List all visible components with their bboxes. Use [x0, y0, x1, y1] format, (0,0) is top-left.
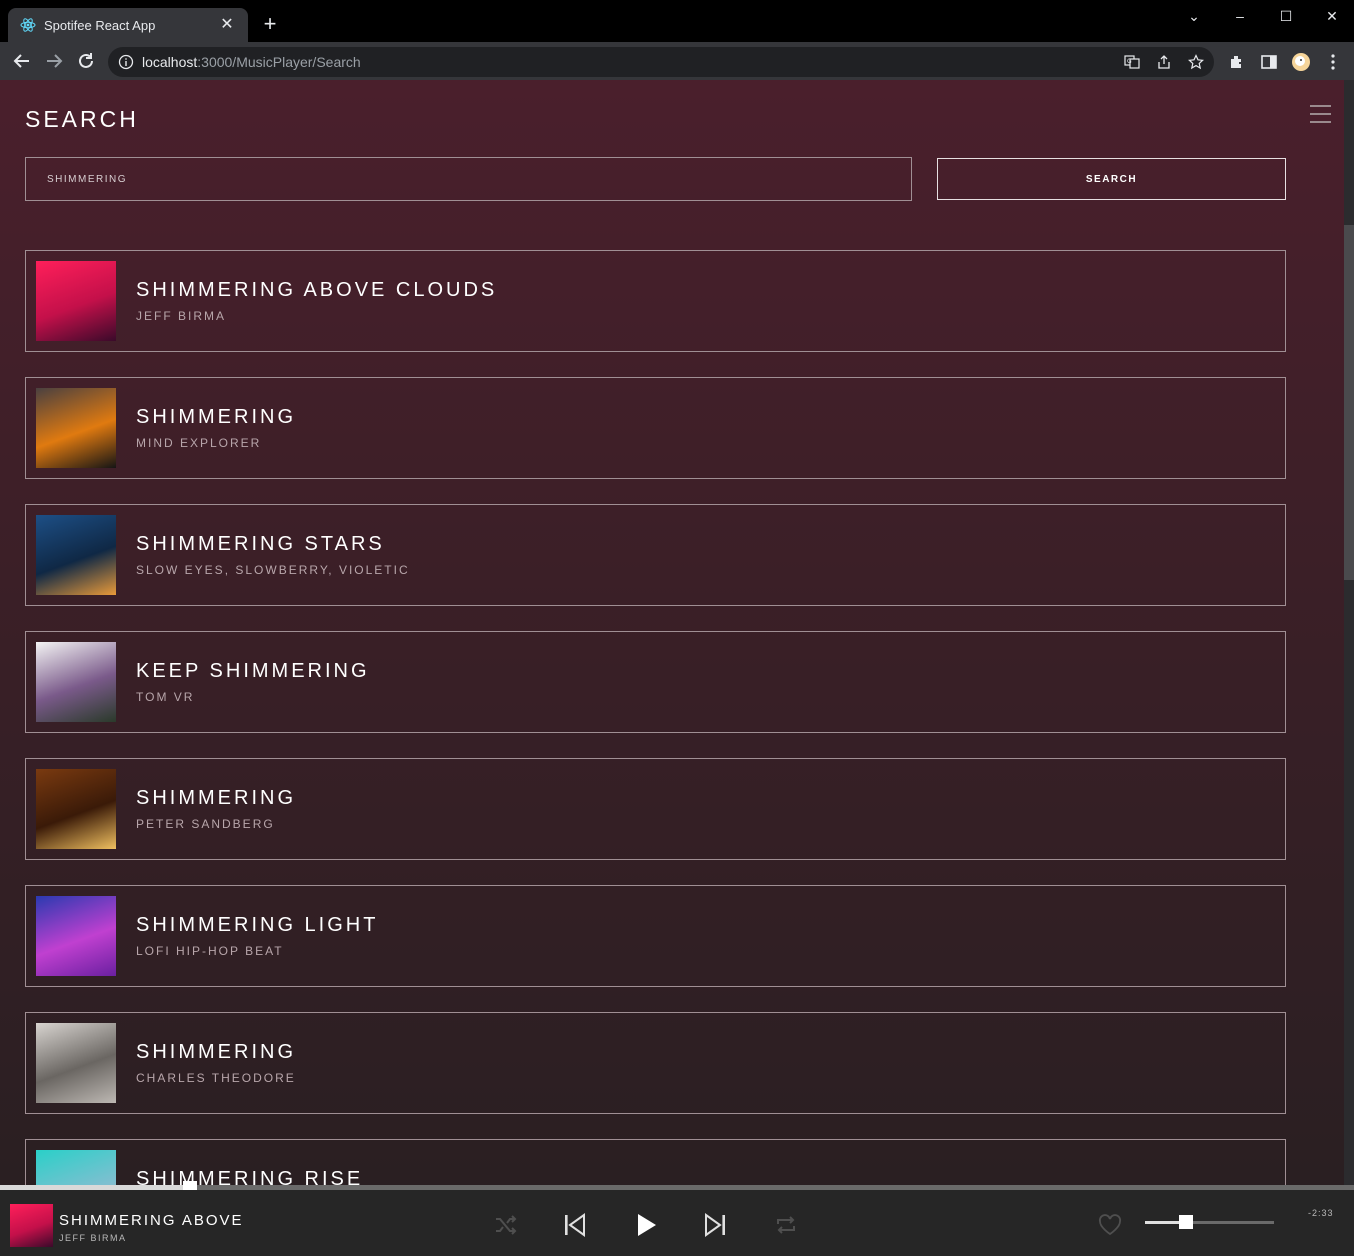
shuffle-icon[interactable] — [493, 1212, 519, 1238]
page-viewport: SEARCH SEARCH SHIMMERING ABOVE CLOUDS JEF… — [0, 80, 1354, 1185]
track-title: SHIMMERING — [136, 787, 296, 809]
reload-button[interactable] — [75, 50, 97, 72]
browser-tab[interactable]: Spotifee React App ✕ — [8, 8, 248, 42]
album-cover — [36, 642, 116, 722]
translate-icon[interactable]: G — [1124, 54, 1140, 70]
page-scrollbar-thumb[interactable] — [1344, 225, 1354, 580]
extensions-icon[interactable] — [1228, 53, 1246, 71]
react-icon — [20, 17, 36, 33]
url-host: localhost — [142, 54, 198, 70]
track-artist: SLOW EYES, SLOWBERRY, VIOLETIC — [136, 563, 410, 577]
profile-avatar[interactable] — [1292, 53, 1310, 71]
album-cover — [36, 261, 116, 341]
result-item[interactable]: SHIMMERING CHARLES THEODORE — [25, 1012, 1286, 1114]
previous-track-icon[interactable] — [562, 1212, 588, 1238]
arrow-right-icon — [47, 54, 63, 68]
track-artist: PETER SANDBERG — [136, 817, 275, 831]
more-menu-icon[interactable] — [1324, 53, 1342, 71]
result-item[interactable]: SHIMMERING MIND EXPLORER — [25, 377, 1286, 479]
track-title: SHIMMERING LIGHT — [136, 914, 379, 936]
player-bar: SHIMMERING ABOVE JEFF BIRMA -2:33 — [0, 1190, 1354, 1256]
album-cover — [36, 1023, 116, 1103]
share-icon[interactable] — [1156, 54, 1172, 70]
result-item[interactable]: SHIMMERING ABOVE CLOUDS JEFF BIRMA — [25, 250, 1286, 352]
track-title: SHIMMERING ABOVE CLOUDS — [136, 279, 498, 301]
album-cover — [36, 1150, 116, 1185]
now-playing-artist: JEFF BIRMA — [59, 1233, 127, 1243]
url-text[interactable]: localhost:3000/MusicPlayer/Search — [142, 54, 361, 70]
info-icon[interactable] — [118, 54, 134, 70]
search-button[interactable]: SEARCH — [937, 158, 1286, 200]
menu-icon[interactable] — [1310, 105, 1331, 123]
star-icon[interactable] — [1188, 54, 1204, 70]
album-cover — [36, 515, 116, 595]
tab-search-button[interactable]: ⌄ — [1174, 4, 1214, 28]
tab-title: Spotifee React App — [44, 17, 156, 33]
track-artist: CHARLES THEODORE — [136, 1071, 296, 1085]
minimize-button[interactable]: – — [1220, 4, 1260, 28]
now-playing-cover — [10, 1204, 53, 1247]
back-button[interactable] — [11, 50, 33, 72]
album-cover — [36, 769, 116, 849]
search-input[interactable] — [25, 157, 912, 201]
browser-titlebar: Spotifee React App ✕ + ⌄ – ☐ ✕ — [0, 0, 1354, 42]
track-title: SHIMMERING RISE — [136, 1168, 364, 1185]
browser-toolbar: localhost:3000/MusicPlayer/Search G — [0, 42, 1354, 80]
track-artist: TOM VR — [136, 690, 195, 704]
next-track-icon[interactable] — [702, 1212, 728, 1238]
repeat-icon[interactable] — [773, 1212, 799, 1238]
tab-close-icon[interactable]: ✕ — [218, 16, 236, 34]
volume-handle[interactable] — [1179, 1215, 1194, 1229]
track-title: SHIMMERING STARS — [136, 533, 385, 555]
url-path: :3000/MusicPlayer/Search — [197, 54, 361, 70]
track-title: SHIMMERING — [136, 1041, 296, 1063]
track-title: SHIMMERING — [136, 406, 296, 428]
close-window-button[interactable]: ✕ — [1312, 4, 1352, 28]
result-item[interactable]: SHIMMERING RISE — [25, 1139, 1286, 1185]
reload-icon — [79, 53, 93, 68]
result-item[interactable]: SHIMMERING PETER SANDBERG — [25, 758, 1286, 860]
track-artist: MIND EXPLORER — [136, 436, 262, 450]
play-icon[interactable] — [633, 1212, 659, 1238]
track-title: KEEP SHIMMERING — [136, 660, 370, 682]
track-artist: JEFF BIRMA — [136, 309, 227, 323]
arrow-left-icon — [13, 54, 29, 68]
maximize-button[interactable]: ☐ — [1266, 4, 1306, 28]
forward-button[interactable] — [43, 50, 65, 72]
heart-icon[interactable] — [1097, 1212, 1123, 1238]
side-panel-icon[interactable] — [1260, 53, 1278, 71]
time-remaining: -2:33 — [1308, 1208, 1334, 1218]
result-item[interactable]: SHIMMERING STARS SLOW EYES, SLOWBERRY, VI… — [25, 504, 1286, 606]
svg-text:G: G — [1127, 58, 1132, 65]
result-item[interactable]: SHIMMERING LIGHT LOFI HIP-HOP BEAT — [25, 885, 1286, 987]
address-bar[interactable]: localhost:3000/MusicPlayer/Search G — [108, 47, 1214, 77]
track-artist: LOFI HIP-HOP BEAT — [136, 944, 284, 958]
album-cover — [36, 896, 116, 976]
album-cover — [36, 388, 116, 468]
volume-slider[interactable] — [1145, 1215, 1274, 1229]
result-item[interactable]: KEEP SHIMMERING TOM VR — [25, 631, 1286, 733]
new-tab-button[interactable]: + — [258, 13, 282, 37]
page-title: SEARCH — [25, 106, 139, 132]
results-list: SHIMMERING ABOVE CLOUDS JEFF BIRMA SHIMMER… — [25, 250, 1286, 1185]
now-playing-title: SHIMMERING ABOVE — [59, 1212, 244, 1229]
